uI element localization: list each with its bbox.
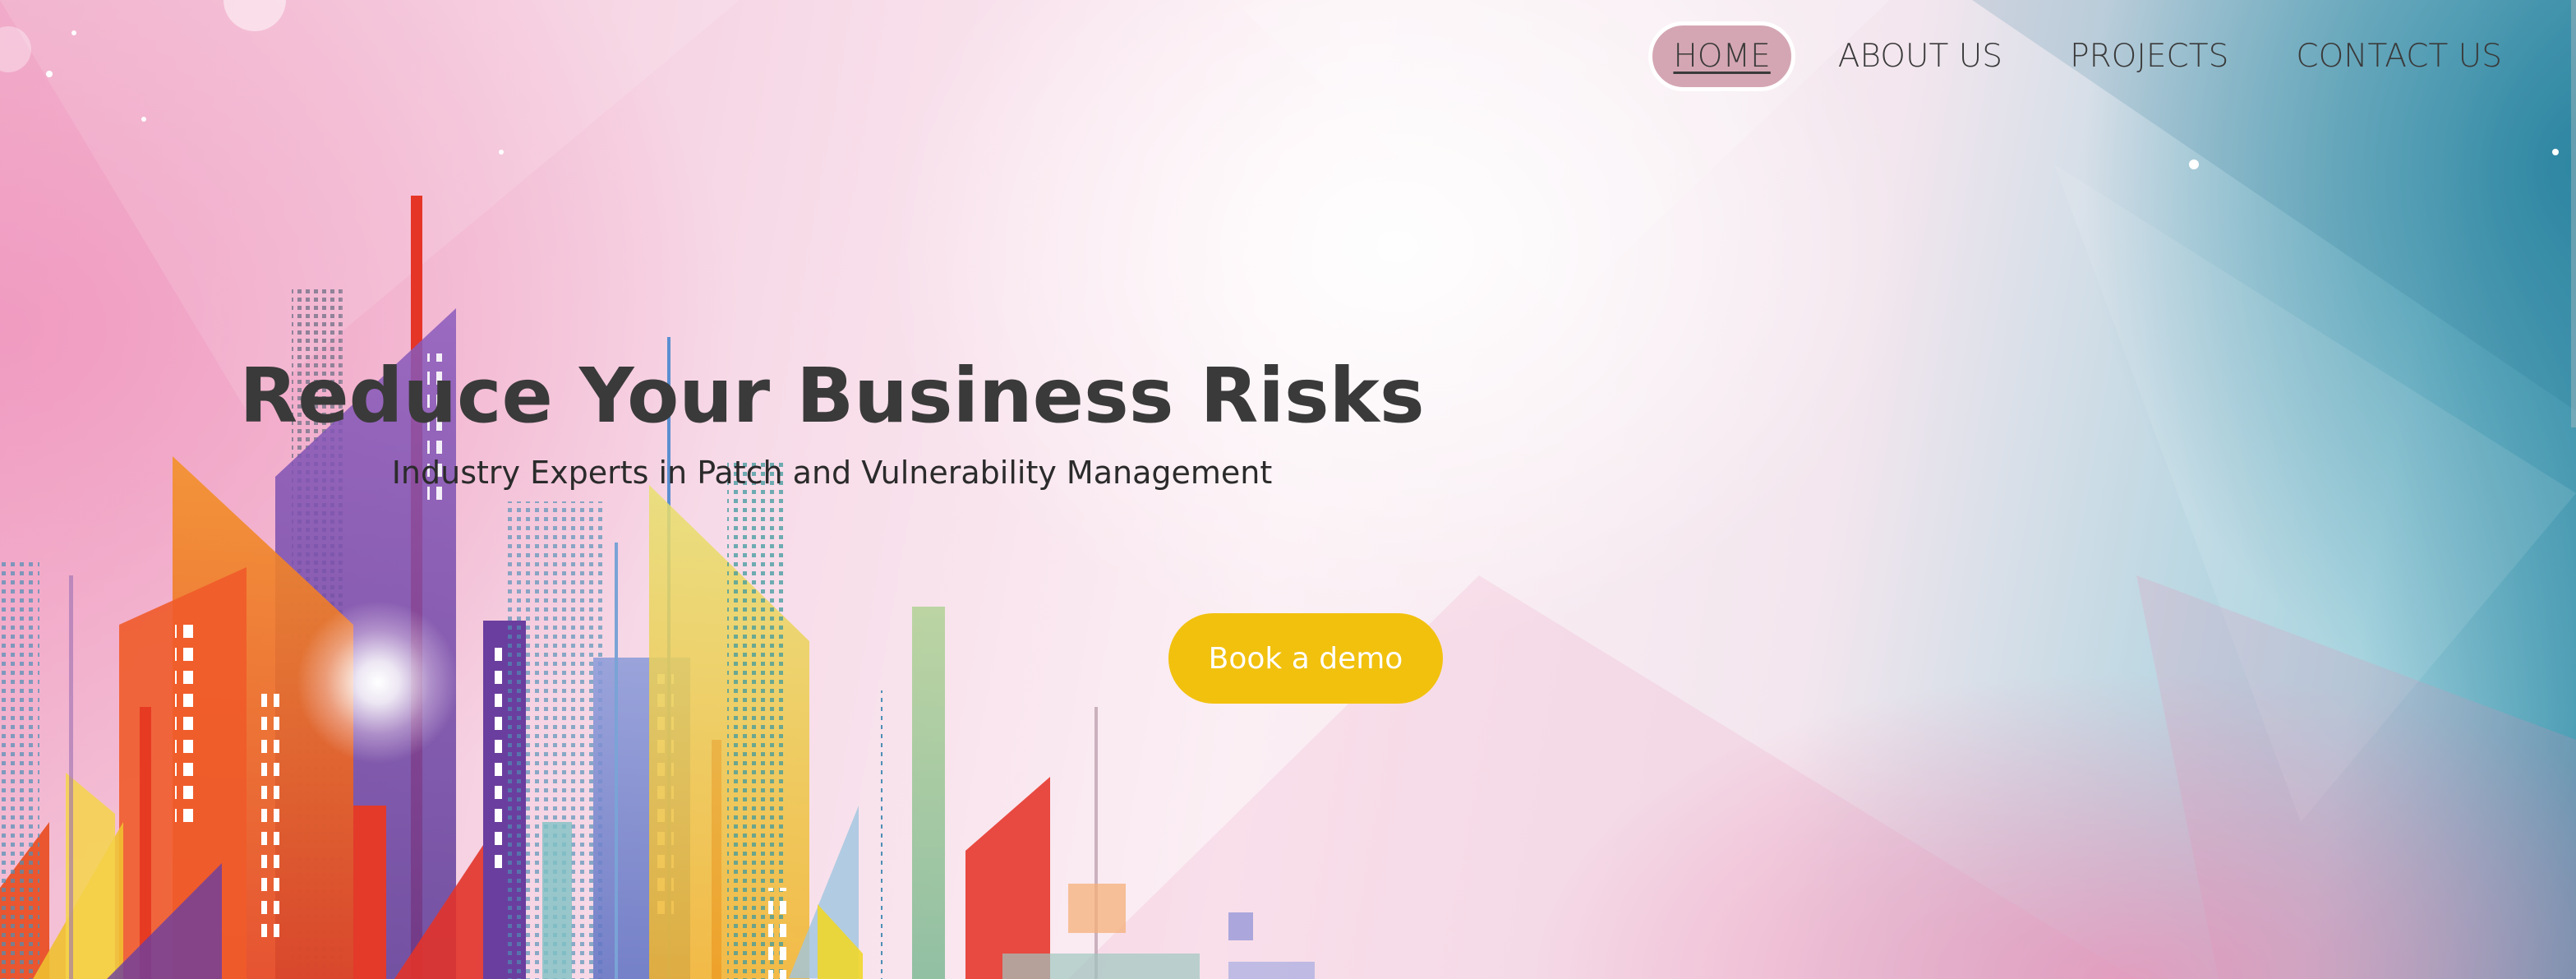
hero-text-block: Reduce Your Business Risks Industry Expe…: [0, 352, 2120, 491]
book-demo-button[interactable]: Book a demo: [1168, 613, 1443, 704]
hero-headline: Reduce Your Business Risks: [239, 352, 1425, 440]
nav-contact-us-link[interactable]: CONTACT US: [2271, 21, 2527, 91]
main-navigation: HOME ABOUT US PROJECTS CONTACT US: [1648, 21, 2527, 91]
nav-projects-link[interactable]: PROJECTS: [2045, 21, 2253, 91]
scrollbar[interactable]: [2571, 0, 2576, 427]
nav-home-link[interactable]: HOME: [1648, 21, 1795, 91]
hero-subheadline: Industry Experts in Patch and Vulnerabil…: [391, 455, 1273, 491]
lens-flare: [296, 600, 460, 764]
hero-section: HOME ABOUT US PROJECTS CONTACT US Reduce…: [0, 0, 2576, 979]
nav-about-us-link[interactable]: ABOUT US: [1813, 21, 2027, 91]
